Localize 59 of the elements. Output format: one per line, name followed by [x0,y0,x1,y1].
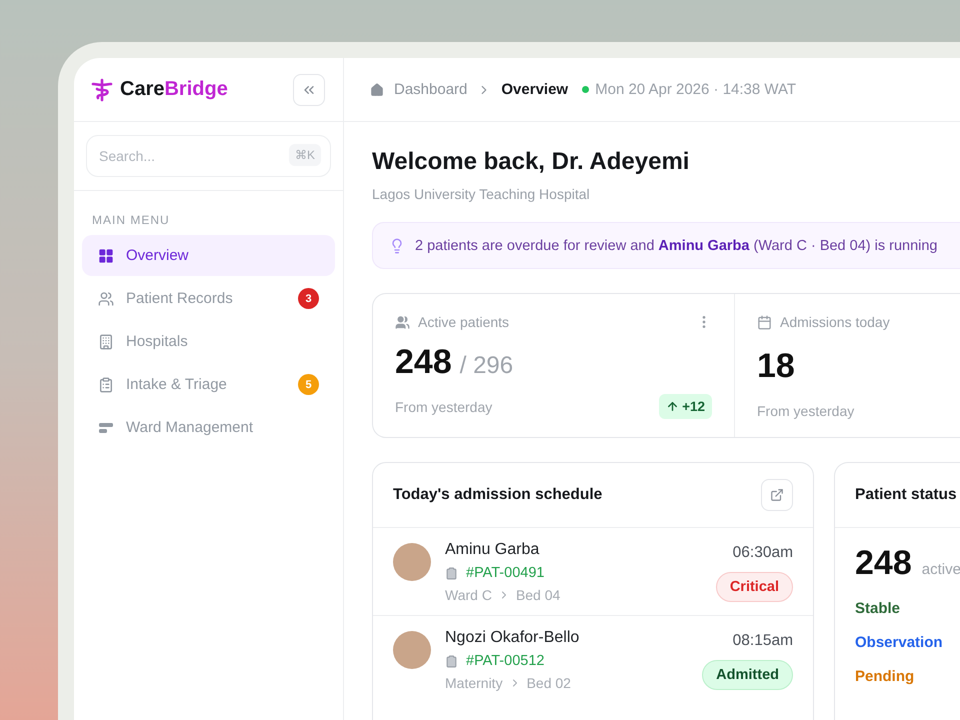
count-badge: 3 [298,288,319,309]
external-link-icon [770,488,784,502]
nav-icon [98,290,114,306]
people-icon [395,314,410,330]
ward-name: Maternity [445,675,503,691]
patient-id: #PAT-00512 [466,653,544,669]
open-external-button[interactable] [761,479,793,511]
shortcut-hint: ⌘K [288,144,321,166]
nav-item[interactable]: Ward Management [82,407,335,448]
count-badge: 5 [298,374,319,395]
nav-icon [98,334,114,350]
caduceus-logo-icon [90,78,114,102]
nav-item[interactable]: Overview [82,235,335,276]
nav-item[interactable]: Intake & Triage 5 [82,364,335,405]
patient-name: Aminu Garba [445,541,540,559]
stat-total: / 296 [460,352,514,380]
bed-number: Bed 02 [526,675,571,691]
nav-item[interactable]: Patient Records 3 [82,278,335,319]
stat-footnote: From yesterday [395,398,492,414]
admission-time: 06:30am [732,544,793,562]
clipboard-icon [445,566,458,580]
ward-name: Ward C [445,587,492,603]
admission-time: 08:15am [732,632,793,650]
stat-label: Active patients [418,314,510,330]
change-badge: +12 [659,394,712,419]
status-chip: Critical [716,572,793,602]
welcome-title: Welcome back, Dr. Adeyemi [372,148,690,176]
stat-label: Admissions today [780,314,891,330]
home-icon [370,82,384,96]
breadcrumb-current: Overview [501,81,568,98]
card-title: Patient status [855,486,957,504]
status-label: Observation [855,634,944,651]
status-chip: Admitted [702,660,793,690]
status-label: Stable [855,600,902,617]
photo-placeholder [393,631,431,669]
status-total: 248 [855,544,912,583]
breadcrumb-link[interactable]: Dashboard [394,81,468,98]
section-title: MAIN MENU [91,212,171,229]
patient-name: Ngozi Okafor-Bello [445,629,580,647]
hospital-name: Lagos University Teaching Hospital [372,186,591,202]
stat-value: 18 [757,347,795,386]
brand-name: CareBridge [120,78,228,101]
nav-icon [98,248,114,264]
photo-placeholder [393,543,431,581]
nav-item[interactable]: Hospitals [82,321,335,362]
card-title: Today's admission schedule [393,486,602,504]
stat-value: 248 [395,342,452,382]
status-total-label: active [922,561,960,578]
collapse-sidebar-button[interactable] [293,74,325,106]
timestamp: Mon 20 Apr 2026 · 14:38 WAT [595,81,796,98]
patient-id: #PAT-00491 [466,565,544,581]
bed-number: Bed 04 [516,587,560,603]
calendar-icon [757,314,772,330]
clipboard-icon [445,654,458,668]
nav-icon [98,376,114,392]
alert-text: 2 patients are overdue for review and Aminu Garba (Ward C · Bed 04) is running [415,238,938,254]
stat-footnote: From yesterday [757,403,854,419]
status-label: Pending [855,668,916,685]
status-dot [582,86,590,93]
